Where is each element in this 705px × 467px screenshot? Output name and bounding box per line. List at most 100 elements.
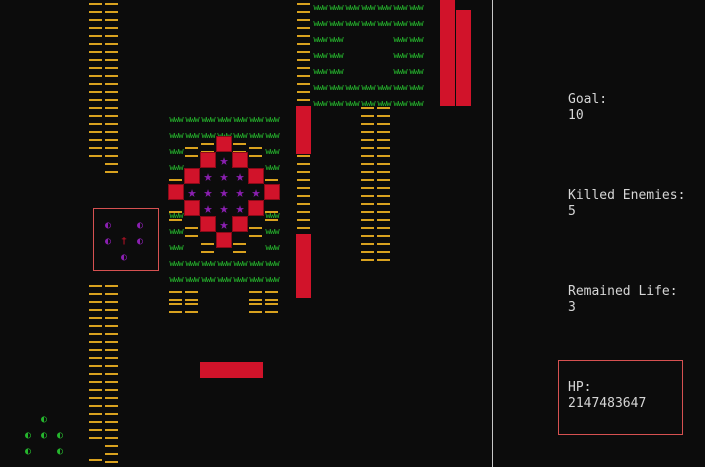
ladder-tile	[376, 232, 392, 248]
ladder-tile	[376, 184, 392, 200]
ladder-tile	[184, 144, 200, 160]
grass-tile: www	[361, 83, 375, 93]
enemy-icon: ◐	[40, 430, 48, 441]
ladder-tile	[376, 216, 392, 232]
grass-tile: www	[393, 35, 407, 45]
ladder-tile	[296, 48, 312, 64]
ladder-tile	[88, 32, 104, 48]
ladder-tile	[296, 0, 312, 16]
grass-tile: www	[249, 131, 263, 141]
grass-tile: www	[345, 19, 359, 29]
red-wall	[456, 10, 471, 106]
star-icon: ★	[187, 183, 197, 201]
ladder-tile	[360, 200, 376, 216]
enemy-icon: ◐	[24, 446, 32, 457]
grass-tile: www	[169, 275, 183, 285]
grass-tile: www	[265, 115, 279, 125]
grass-tile: www	[185, 115, 199, 125]
grass-tile: www	[217, 115, 231, 125]
ladder-tile	[88, 282, 104, 298]
grass-tile: www	[329, 51, 343, 61]
ladder-tile	[296, 80, 312, 96]
ladder-tile	[104, 314, 120, 330]
ladder-tile	[104, 330, 120, 346]
grass-tile: www	[377, 19, 391, 29]
grass-tile: www	[409, 19, 423, 29]
killed-enemies-label: Killed Enemies:	[568, 188, 686, 203]
grass-tile: www	[409, 3, 423, 13]
red-block	[216, 232, 232, 248]
ladder-tile	[88, 144, 104, 160]
grass-tile: www	[201, 259, 215, 269]
grass-tile: www	[313, 51, 327, 61]
game-field[interactable]: www www www www www www www www www www www www www w…	[0, 0, 492, 467]
ladder-tile	[376, 168, 392, 184]
grass-tile: www	[361, 99, 375, 109]
grass-tile: www	[345, 83, 359, 93]
ladder-tile	[104, 64, 120, 80]
red-wall	[440, 0, 455, 106]
grass-tile: www	[265, 259, 279, 269]
ladder-tile	[104, 282, 120, 298]
ladder-tile	[184, 224, 200, 240]
grass-tile: www	[217, 259, 231, 269]
grass-tile: www	[313, 83, 327, 93]
grass-tile: www	[329, 19, 343, 29]
grass-tile: www	[313, 19, 327, 29]
ladder-tile	[88, 314, 104, 330]
enemy-cage	[93, 208, 159, 271]
star-icon: ★	[235, 167, 245, 185]
ladder-tile	[88, 378, 104, 394]
ladder-tile	[88, 16, 104, 32]
game-screen: www www www www www www www www www www www www www w…	[0, 0, 705, 467]
ladder-tile	[104, 442, 120, 458]
star-icon: ★	[203, 183, 213, 201]
grass-tile: www	[329, 99, 343, 109]
grass-tile: www	[377, 83, 391, 93]
grass-tile: www	[201, 275, 215, 285]
ladder-tile	[360, 136, 376, 152]
ladder-tile	[104, 378, 120, 394]
red-block	[264, 184, 280, 200]
grass-tile: www	[393, 19, 407, 29]
grass-tile: www	[393, 83, 407, 93]
ladder-tile	[264, 208, 280, 224]
grass-tile: www	[201, 115, 215, 125]
ladder-tile	[104, 16, 120, 32]
ladder-tile	[360, 216, 376, 232]
ladder-tile	[248, 224, 264, 240]
grass-tile: www	[393, 67, 407, 77]
hp-box: HP: 2147483647	[558, 360, 683, 435]
ladder-tile	[360, 232, 376, 248]
enemy-icon: ◐	[56, 446, 64, 457]
star-icon: ★	[219, 215, 229, 233]
red-wall	[200, 362, 263, 378]
ladder-tile	[88, 64, 104, 80]
enemy-icon: ◐	[40, 414, 48, 425]
remained-life-value: 3	[568, 300, 576, 315]
ladder-tile	[88, 298, 104, 314]
ladder-tile	[360, 184, 376, 200]
ladder-tile	[88, 394, 104, 410]
panel-divider	[492, 0, 493, 467]
ladder-tile	[88, 330, 104, 346]
ladder-tile	[104, 346, 120, 362]
hp-value: 2147483647	[568, 396, 647, 411]
ladder-tile	[376, 136, 392, 152]
ladder-tile	[296, 216, 312, 232]
red-block	[232, 152, 248, 168]
grass-tile: www	[233, 115, 247, 125]
grass-tile: www	[233, 259, 247, 269]
grass-tile: www	[185, 275, 199, 285]
grass-tile: www	[329, 35, 343, 45]
ladder-tile	[360, 168, 376, 184]
ladder-tile	[360, 152, 376, 168]
star-icon: ★	[203, 167, 213, 185]
ladder-tile	[104, 32, 120, 48]
ladder-tile	[376, 152, 392, 168]
grass-tile: www	[169, 227, 183, 237]
grass-tile: www	[313, 3, 327, 13]
star-icon: ★	[235, 183, 245, 201]
ladder-tile	[104, 0, 120, 16]
ladder-tile	[296, 152, 312, 168]
